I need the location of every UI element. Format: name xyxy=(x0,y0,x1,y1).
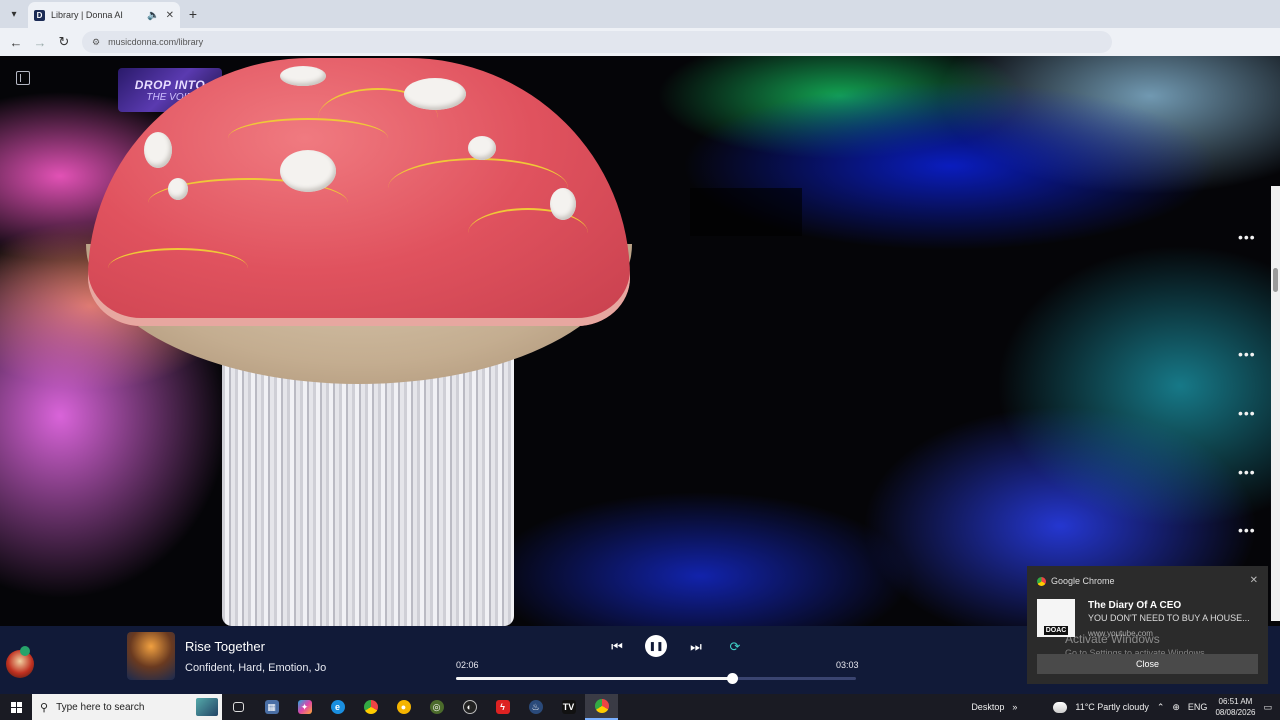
system-tray: Desktop » 11°C Partly cloudy ⌃ ⊕ ENG 06:… xyxy=(971,694,1280,720)
language-indicator[interactable]: ENG xyxy=(1188,702,1208,712)
edge-icon[interactable]: e xyxy=(321,694,354,720)
address-bar[interactable]: ⚙ musicdonna.com/library xyxy=(82,31,1112,53)
library-page: DROP INTO THE VOID ••• ••• ••• ••• ••• xyxy=(0,56,1280,626)
more-icon[interactable]: ••• xyxy=(1238,230,1255,244)
next-icon[interactable]: ⏭ xyxy=(685,636,707,658)
cap-spot xyxy=(280,66,326,86)
track-title[interactable]: Rise Together xyxy=(185,639,265,654)
more-icon[interactable]: ••• xyxy=(1238,406,1255,420)
pause-icon[interactable]: ❚❚ xyxy=(645,635,667,657)
notification-title: The Diary Of A CEO xyxy=(1088,600,1182,611)
calculator-icon[interactable]: ▦ xyxy=(255,694,288,720)
more-icon[interactable]: ••• xyxy=(1238,523,1255,537)
site-info-icon[interactable]: ⚙ xyxy=(92,37,100,48)
back-icon[interactable]: ← xyxy=(4,30,28,54)
cap-crack xyxy=(108,248,248,288)
cap-spot xyxy=(550,188,576,220)
chrome-icon xyxy=(1037,576,1046,586)
desktop-toolbar-label[interactable]: Desktop xyxy=(971,702,1004,712)
steam-icon[interactable]: ♨ xyxy=(519,694,552,720)
background-shape xyxy=(690,188,802,236)
cap-spot xyxy=(144,132,172,168)
cap-spot xyxy=(280,150,336,192)
online-indicator xyxy=(20,646,30,656)
search-highlight-image xyxy=(196,698,218,716)
clock[interactable]: 06:51 AM 08/08/2026 xyxy=(1215,696,1255,718)
cap-spot xyxy=(404,78,466,110)
progress-bar[interactable] xyxy=(456,673,856,684)
cap-spot xyxy=(468,136,496,160)
chevron-up-icon[interactable]: ⌃ xyxy=(1157,702,1165,713)
copilot-icon[interactable]: ✦ xyxy=(288,694,321,720)
weather-text[interactable]: 11°C Partly cloudy xyxy=(1075,702,1148,712)
browser-tab[interactable]: D Library | Donna AI 🔈 ✕ xyxy=(28,2,180,28)
notification-icon[interactable]: ▭ xyxy=(1263,702,1272,713)
close-icon[interactable]: ✕ xyxy=(1250,575,1258,586)
reload-icon[interactable]: ↻ xyxy=(52,30,76,54)
app-icon[interactable]: TV xyxy=(552,694,585,720)
speaker-icon[interactable]: 🔈 xyxy=(147,10,159,21)
network-icon[interactable]: ⊕ xyxy=(1172,702,1180,713)
more-icon[interactable]: ••• xyxy=(1238,465,1255,479)
url-text: musicdonna.com/library xyxy=(108,37,204,47)
search-input[interactable]: Type here to search xyxy=(56,702,188,713)
total-duration: 03:03 xyxy=(836,660,859,670)
clock-time: 06:51 AM xyxy=(1218,697,1253,706)
task-view-icon[interactable] xyxy=(222,694,255,720)
close-button[interactable]: Close xyxy=(1037,654,1258,674)
cap-spot xyxy=(168,178,188,200)
track-artwork[interactable] xyxy=(127,632,175,680)
activation-watermark-title: Activate Windows xyxy=(1065,632,1160,646)
scrollbar-thumb[interactable] xyxy=(1273,268,1278,292)
taskbar-search[interactable]: ⚲ Type here to search xyxy=(32,694,222,720)
app-icon[interactable]: ● xyxy=(387,694,420,720)
notification-body: YOU DON'T NEED TO BUY A HOUSE... xyxy=(1088,613,1250,623)
plus-icon[interactable]: + xyxy=(180,1,206,27)
previous-icon[interactable]: ⏮ xyxy=(606,636,628,658)
more-icon[interactable]: ••• xyxy=(1238,347,1255,361)
chevron-right-icon[interactable]: » xyxy=(1012,702,1017,712)
notification-app-name: Google Chrome xyxy=(1051,576,1115,586)
chrome-icon[interactable] xyxy=(354,694,387,720)
app-icon[interactable]: ◎ xyxy=(420,694,453,720)
tab-list-icon[interactable]: ▾ xyxy=(0,0,28,28)
progress-handle[interactable] xyxy=(727,673,738,684)
search-icon: ⚲ xyxy=(40,701,49,714)
avatar[interactable] xyxy=(6,646,34,678)
app-icon[interactable]: ϟ xyxy=(486,694,519,720)
close-icon[interactable]: ✕ xyxy=(166,10,174,21)
taskbar: ⚲ Type here to search ▦ ✦ e ● ◎ ◐ ϟ ♨ TV… xyxy=(0,694,1280,720)
browser-toolbar: ← → ↻ ⚙ musicdonna.com/library xyxy=(0,28,1280,56)
chrome-icon[interactable] xyxy=(585,694,618,720)
notification-header: Google Chrome xyxy=(1037,576,1115,586)
repeat-icon[interactable]: ⟳ xyxy=(724,636,746,658)
sidebar-toggle-icon[interactable] xyxy=(16,71,30,85)
favicon-icon: D xyxy=(34,9,45,21)
clock-date: 08/08/2026 xyxy=(1215,708,1256,717)
page-scrollbar[interactable] xyxy=(1271,186,1280,621)
tab-title: Library | Donna AI xyxy=(51,10,123,20)
windows-icon[interactable] xyxy=(0,694,32,720)
app-icon[interactable]: ◐ xyxy=(453,694,486,720)
forward-icon[interactable]: → xyxy=(28,30,52,54)
chrome-notification[interactable]: Google Chrome ✕ DOAC The Diary Of A CEO … xyxy=(1027,566,1268,684)
screen: ▾ D Library | Donna AI 🔈 ✕ + ← → ↻ ⚙ mus… xyxy=(0,0,1280,720)
progress-fill xyxy=(456,677,732,680)
weather-icon[interactable] xyxy=(1051,698,1068,713)
browser-tabstrip: ▾ D Library | Donna AI 🔈 ✕ + xyxy=(0,0,1280,28)
track-tags: Confident, Hard, Emotion, Jo xyxy=(185,662,327,674)
elapsed-time: 02:06 xyxy=(456,660,479,670)
